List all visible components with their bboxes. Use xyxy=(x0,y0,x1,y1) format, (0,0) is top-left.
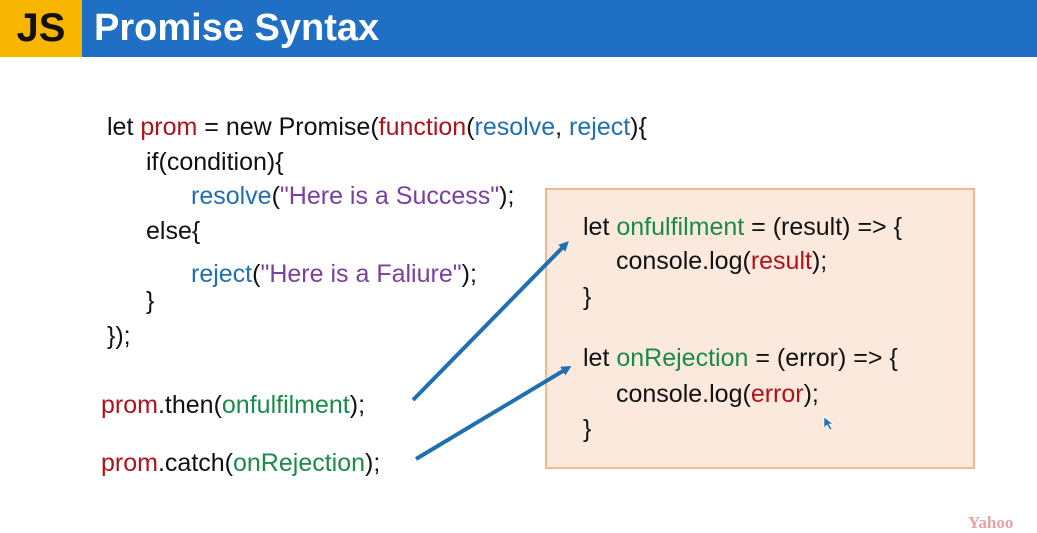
arrow-catch-to-rejection xyxy=(414,365,572,461)
connector-arrows xyxy=(411,241,834,461)
watermark-logo: Yahoo xyxy=(968,513,1014,532)
arrow-then-to-fulfilment xyxy=(411,241,569,402)
cursor-icon xyxy=(823,416,834,431)
